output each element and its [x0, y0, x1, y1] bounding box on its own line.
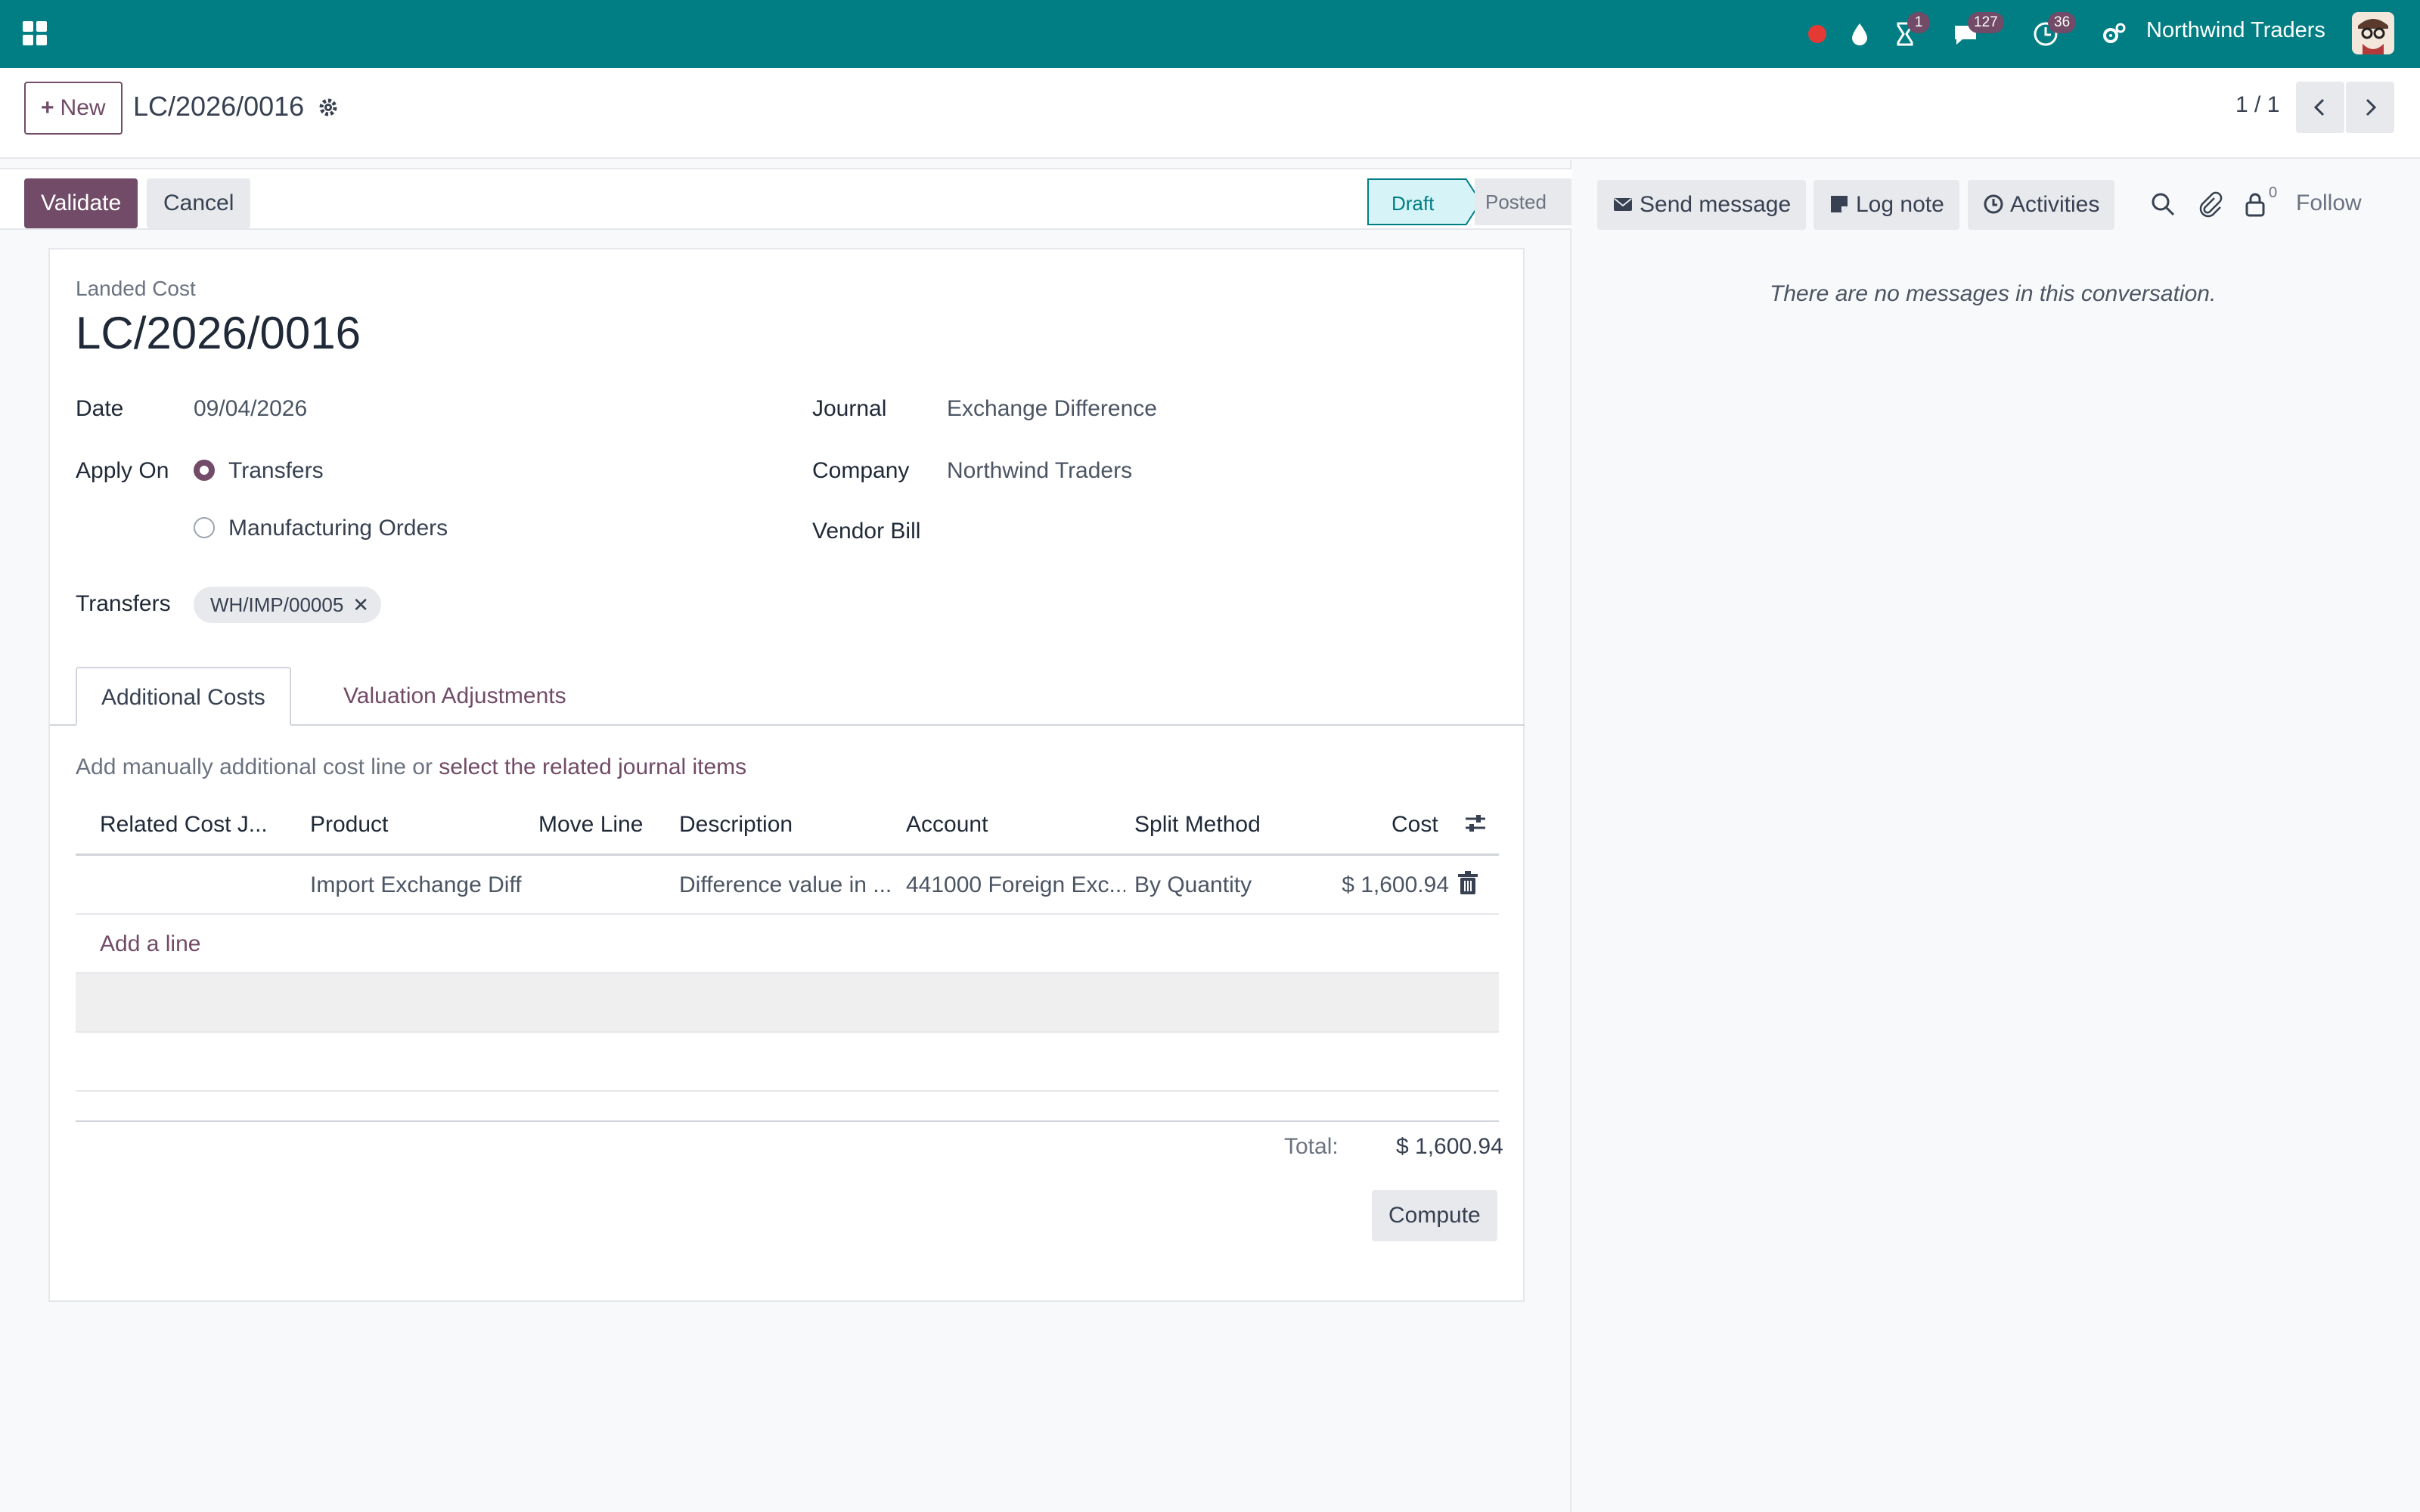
send-message-button[interactable]: Send message: [1597, 180, 1807, 230]
drop-icon[interactable]: [1845, 20, 1874, 48]
total-value: $ 1,600.94: [1396, 1134, 1503, 1159]
tab-additional-costs[interactable]: Additional Costs: [76, 667, 291, 726]
activities-button[interactable]: Activities: [1968, 180, 2115, 230]
envelope-icon: [1614, 198, 1632, 211]
column-split-method[interactable]: Split Method: [1134, 812, 1261, 838]
apply-on-transfers-label[interactable]: Transfers: [228, 458, 324, 484]
cost-lines-hint: Add manually additional cost line or sel…: [76, 754, 746, 780]
row-account[interactable]: 441000 Foreign Exc...: [906, 872, 1125, 898]
activities-hourglass-icon[interactable]: 1: [1891, 12, 1930, 48]
apply-on-manufacturing-radio[interactable]: [194, 517, 215, 538]
tab-valuation-adjustments[interactable]: Valuation Adjustments: [319, 667, 591, 726]
messages-badge: 127: [1968, 12, 2004, 33]
timer-badge: 36: [2048, 12, 2077, 33]
record-type-label: Landed Cost: [76, 277, 196, 300]
row-cost[interactable]: $ 1,600.94: [1316, 872, 1449, 898]
table-header: Related Cost J... Product Move Line Desc…: [76, 795, 1499, 856]
column-cost[interactable]: Cost: [1392, 812, 1438, 838]
company-field[interactable]: Northwind Traders: [947, 458, 1132, 484]
stage-posted[interactable]: Posted: [1475, 178, 1571, 225]
send-message-label: Send message: [1640, 192, 1792, 217]
column-account[interactable]: Account: [906, 812, 988, 838]
add-line-link[interactable]: Add a line: [100, 931, 200, 957]
date-label: Date: [76, 396, 124, 421]
vendor-bill-field[interactable]: [947, 519, 1476, 549]
transfer-tag: WH/IMP/00005 ✕: [194, 587, 382, 623]
pager-previous-button[interactable]: [2296, 82, 2344, 133]
messages-chat-icon[interactable]: 127: [1951, 12, 2004, 48]
remove-tag-icon[interactable]: ✕: [352, 587, 369, 623]
form-sheet: Landed Cost LC/2026/0016 Date 09/04/2026…: [48, 248, 1525, 1302]
chatter-panel: Send message Log note Activities 0 Follo…: [1573, 160, 2420, 1512]
column-description[interactable]: Description: [679, 812, 793, 838]
empty-conversation-text: There are no messages in this conversati…: [1770, 281, 2217, 306]
date-field[interactable]: 09/04/2026: [194, 396, 307, 422]
followers-lock-icon[interactable]: [2242, 191, 2269, 218]
row-split-method[interactable]: By Quantity: [1134, 872, 1252, 898]
row-product[interactable]: Import Exchange Diff: [310, 872, 529, 898]
record-title: LC/2026/0016: [76, 308, 361, 358]
select-journal-items-link[interactable]: select the related journal items: [439, 754, 746, 779]
note-icon: [1831, 196, 1848, 212]
recording-indicator-icon[interactable]: [1803, 20, 1832, 48]
apply-on-manufacturing-label[interactable]: Manufacturing Orders: [228, 516, 448, 541]
apply-on-transfers-radio[interactable]: [194, 460, 215, 481]
validate-button[interactable]: Validate: [24, 178, 138, 228]
apply-on-label: Apply On: [76, 458, 169, 483]
user-avatar[interactable]: [2352, 12, 2394, 54]
timer-clock-icon[interactable]: 36: [2031, 12, 2077, 48]
pager-next-button[interactable]: [2346, 82, 2394, 133]
table-row[interactable]: Import Exchange Diff Difference value in…: [76, 856, 1499, 915]
new-record-button[interactable]: + New: [24, 82, 123, 135]
journal-field[interactable]: Exchange Difference: [947, 396, 1157, 422]
empty-row: [76, 1033, 1499, 1092]
log-note-button[interactable]: Log note: [1813, 180, 1959, 230]
plus-icon: +: [41, 95, 54, 120]
transfers-label: Transfers: [76, 591, 171, 616]
column-related-cost-journal[interactable]: Related Cost J...: [100, 812, 268, 838]
follow-button[interactable]: Follow: [2296, 191, 2362, 216]
apps-menu-icon[interactable]: [21, 20, 48, 47]
follower-count: 0: [2269, 184, 2278, 201]
form-view: Validate Cancel Draft Posted Landed Cost…: [0, 160, 1571, 1512]
breadcrumb-current: LC/2026/0016: [133, 91, 305, 122]
total-label: Total:: [1284, 1134, 1339, 1159]
company-label: Company: [812, 458, 910, 483]
clock-icon: [1984, 194, 2003, 214]
hint-text: Add manually additional cost line or: [76, 754, 433, 779]
pager-value[interactable]: 1 / 1: [2235, 92, 2279, 118]
transfer-tag-label: WH/IMP/00005: [210, 593, 344, 616]
activities-badge: 1: [1907, 12, 1930, 33]
top-navbar: 1 127 36 Northwind Traders: [0, 0, 2420, 68]
company-switcher[interactable]: Northwind Traders: [2146, 18, 2325, 43]
control-panel: + New LC/2026/0016 1 / 1: [0, 68, 2420, 159]
add-line-row: Add a line: [76, 915, 1499, 974]
form-statusbar: Validate Cancel Draft Posted: [0, 168, 1571, 230]
paperclip-attachment-icon[interactable]: [2196, 191, 2223, 218]
compute-button[interactable]: Compute: [1372, 1190, 1497, 1241]
record-actions-gear-icon[interactable]: [316, 95, 340, 119]
column-move-line[interactable]: Move Line: [538, 812, 643, 838]
empty-row: [76, 974, 1499, 1033]
chevron-left-icon: [2313, 98, 2325, 116]
optional-columns-toggle-icon[interactable]: [1463, 810, 1488, 842]
delete-row-trash-icon[interactable]: [1457, 871, 1479, 903]
cancel-button[interactable]: Cancel: [147, 178, 251, 228]
stage-draft[interactable]: Draft: [1367, 178, 1466, 225]
search-icon[interactable]: [2149, 191, 2176, 218]
row-description[interactable]: Difference value in ...: [679, 872, 898, 898]
new-button-label: New: [60, 95, 106, 120]
journal-label: Journal: [812, 396, 887, 421]
column-product[interactable]: Product: [310, 812, 388, 838]
chevron-right-icon: [2366, 98, 2377, 116]
log-note-label: Log note: [1856, 192, 1944, 217]
settings-gears-icon[interactable]: [2099, 20, 2128, 48]
activities-label: Activities: [2010, 192, 2100, 217]
total-divider: [76, 1120, 1499, 1122]
vendor-bill-label: Vendor Bill: [812, 519, 921, 544]
